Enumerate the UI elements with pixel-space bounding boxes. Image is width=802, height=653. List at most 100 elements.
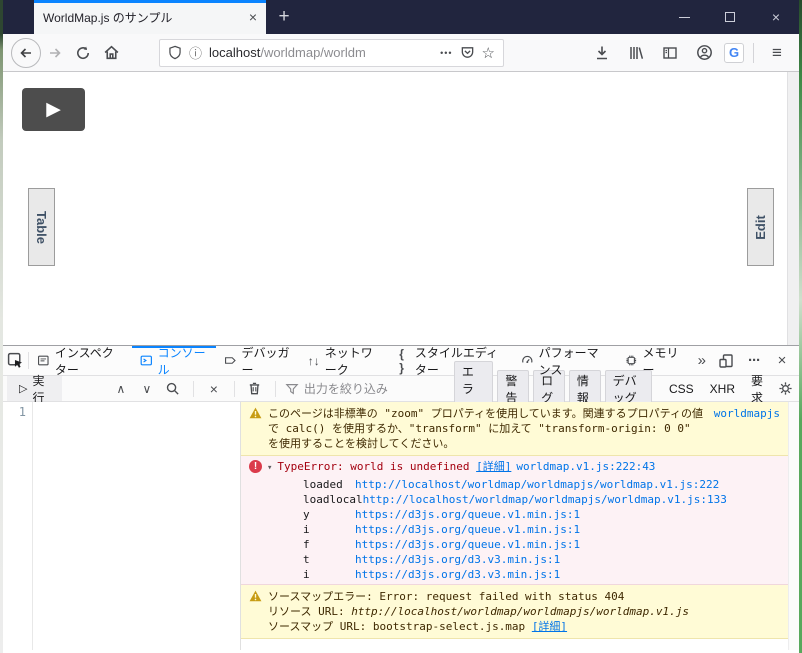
site-info-icon[interactable]: ⓘ: [189, 43, 202, 62]
gear-icon: [779, 382, 792, 395]
stack-source-link[interactable]: http://localhost/worldmap/worldmapjs/wor…: [355, 477, 719, 492]
stack-source-link[interactable]: https://d3js.org/queue.v1.min.js:1: [355, 507, 580, 522]
sourcemap-details-link[interactable]: [詳細]: [532, 620, 567, 633]
devtools-tab-performance[interactable]: パフォーマンス: [513, 346, 617, 377]
url-text[interactable]: localhost/worldmap/worldm: [209, 45, 433, 60]
play-icon: ▶: [46, 99, 61, 120]
sourcemap-url: bootstrap-select.js.map: [372, 620, 526, 633]
forward-button[interactable]: [41, 39, 69, 67]
menu-button[interactable]: ≡: [763, 39, 791, 67]
browser-window: WorldMap.js のサンプル × + × ⓘ localhost/worl…: [3, 0, 799, 653]
stack-source-link[interactable]: https://d3js.org/d3.v3.min.js:1: [355, 567, 560, 582]
tab-network-label: ネットワーク: [324, 345, 373, 377]
console-output-scrollbar[interactable]: [788, 402, 799, 650]
toolbar-separator: [233, 380, 235, 397]
console-warning-sourcemap: ソースマップエラー: Error: request failed with st…: [241, 585, 788, 639]
pocket-icon[interactable]: [460, 45, 475, 60]
funnel-filter-icon: [285, 383, 299, 394]
history-controls: ∧ ∨ ×: [110, 378, 281, 400]
account-icon: [696, 45, 712, 60]
devtools-tab-network[interactable]: ↑↓ ネットワーク: [300, 345, 391, 377]
edit-button-label: Edit: [753, 214, 768, 240]
devtools-tab-console[interactable]: コンソール: [132, 345, 216, 377]
play-button[interactable]: ▶: [22, 88, 85, 131]
editor-input-area[interactable]: [33, 402, 240, 650]
console-editor-pane[interactable]: 1: [3, 402, 241, 650]
console-warning-zoom: このページは非標準の "zoom" プロパティを使用しています。関連するプロパテ…: [241, 402, 788, 456]
warning-icon: [249, 407, 262, 419]
filter-css-button[interactable]: CSS: [664, 381, 699, 397]
library-button[interactable]: [622, 39, 650, 67]
navigation-toolbar: ⓘ localhost/worldmap/worldm ••• ☆ G ≡: [3, 34, 799, 72]
stack-frame: loadlocal http://localhost/worldmap/world…: [241, 492, 788, 507]
devtools-tab-style-editor[interactable]: { } スタイルエディター: [391, 346, 513, 377]
stack-source-link[interactable]: https://d3js.org/d3.v3.min.js:1: [355, 552, 560, 567]
stack-source-link[interactable]: https://d3js.org/queue.v1.min.js:1: [355, 537, 580, 552]
browser-tab-active[interactable]: WorldMap.js のサンプル ×: [34, 0, 266, 34]
close-window-button[interactable]: ×: [753, 0, 799, 34]
devtools-tab-inspector[interactable]: インスペクター: [29, 345, 132, 377]
devtools-tab-debugger[interactable]: デバッガー: [216, 346, 300, 377]
expand-twisty-icon[interactable]: ▾: [267, 461, 272, 476]
maximize-button[interactable]: [707, 0, 753, 34]
network-icon: ↑↓: [307, 353, 320, 368]
editor-line-numbers: 1: [3, 402, 33, 650]
sidebar-toggle-button[interactable]: [656, 39, 684, 67]
warning-source-link[interactable]: worldmapjs: [714, 406, 780, 451]
sidebar-icon: [663, 46, 677, 59]
table-button-label: Table: [34, 210, 49, 244]
clear-console-button[interactable]: [244, 378, 266, 400]
console-settings-button[interactable]: [778, 378, 793, 400]
error-message-text: TypeError: world is undefined [詳細]: [277, 459, 511, 474]
maximize-icon: [725, 12, 735, 22]
page-scrollbar[interactable]: [787, 72, 799, 345]
error-details-link[interactable]: [詳細]: [476, 460, 511, 473]
table-button[interactable]: Table: [28, 188, 55, 266]
toolbar-right-icons: G ≡: [588, 39, 791, 67]
history-previous-button[interactable]: ∧: [110, 378, 132, 400]
stack-frame: i https://d3js.org/queue.v1.min.js:1: [241, 522, 788, 537]
warning-message-text: このページは非標準の "zoom" プロパティを使用しています。関連するプロパテ…: [268, 407, 704, 450]
run-button[interactable]: ▷ 実行: [7, 374, 62, 405]
devtools-tab-memory[interactable]: メモリー: [617, 346, 691, 377]
account-button[interactable]: [690, 39, 718, 67]
stack-source-link[interactable]: https://d3js.org/queue.v1.min.js:1: [355, 522, 580, 537]
url-path: /worldmap/worldm: [260, 45, 366, 60]
debugger-icon: [224, 357, 236, 364]
url-bar[interactable]: ⓘ localhost/worldmap/worldm ••• ☆: [159, 38, 504, 67]
console-toolbar: ▷ 実行 ∧ ∨ × エラー: [3, 361, 799, 416]
back-button[interactable]: [11, 37, 41, 68]
reverse-search-button[interactable]: [162, 378, 184, 400]
pick-element-button[interactable]: [3, 346, 28, 375]
page-actions-icon[interactable]: •••: [440, 48, 452, 58]
tab-inspector-label: インスペクター: [54, 345, 114, 377]
home-button[interactable]: [97, 39, 125, 67]
stack-source-link[interactable]: http://localhost/worldmap/worldmapjs/wor…: [363, 492, 727, 507]
sourcemap-warning-text: ソースマップエラー: Error: request failed with st…: [268, 589, 780, 634]
stack-function-name: loaded: [303, 478, 343, 491]
filter-xhr-button[interactable]: XHR: [705, 381, 740, 397]
edit-button[interactable]: Edit: [747, 188, 774, 266]
toolbar-separator: [274, 380, 276, 397]
stack-function-name: f: [303, 538, 310, 551]
error-icon: !: [249, 460, 262, 473]
run-icon: ▷: [19, 383, 28, 395]
error-source-link[interactable]: worldmap.v1.js:222:43: [516, 459, 655, 474]
sourcemap-error-line: ソースマップエラー: Error: request failed with st…: [268, 590, 625, 603]
minimize-button[interactable]: [661, 0, 707, 34]
error-header[interactable]: ! ▾ TypeError: world is undefined [詳細] w…: [241, 456, 788, 477]
stack-function-name: i: [303, 523, 310, 536]
filter-output-input[interactable]: [303, 381, 454, 396]
g-extension-button[interactable]: G: [724, 42, 744, 63]
history-next-button[interactable]: ∨: [136, 378, 158, 400]
pick-element-icon: [8, 352, 23, 368]
reload-button[interactable]: [69, 39, 97, 67]
sourcemap-map-line: ソースマップ URL: bootstrap-select.js.map [詳細]: [268, 619, 780, 634]
bookmark-star-icon[interactable]: ☆: [482, 44, 495, 62]
tab-close-icon[interactable]: ×: [249, 10, 257, 24]
stack-frame: i https://d3js.org/d3.v3.min.js:1: [241, 567, 788, 582]
tab-console-label: コンソール: [157, 345, 206, 377]
new-tab-button[interactable]: +: [266, 0, 302, 34]
downloads-button[interactable]: [588, 39, 616, 67]
close-editor-button[interactable]: ×: [203, 378, 225, 400]
